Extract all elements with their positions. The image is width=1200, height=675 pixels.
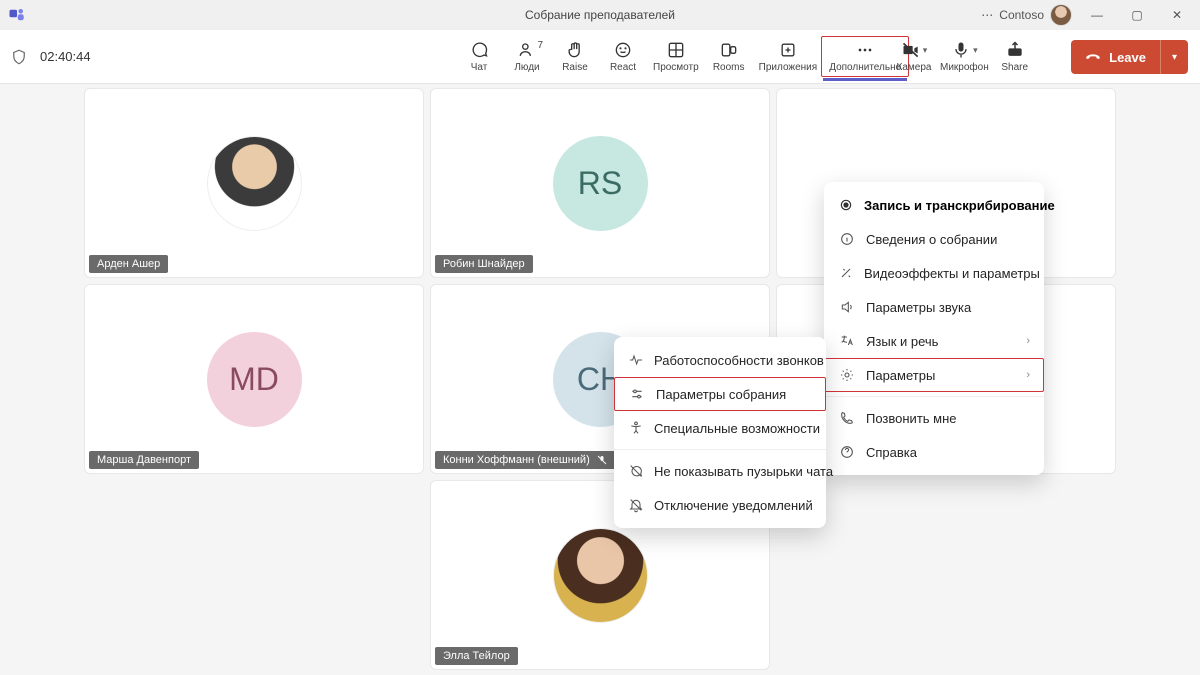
participant-tile[interactable]: Арден Ашер [84, 88, 424, 278]
help-icon [838, 443, 856, 461]
chat-icon [469, 40, 489, 60]
raise-hand-button[interactable]: Raise [551, 38, 599, 75]
apps-button[interactable]: Приложения [753, 38, 824, 75]
privacy-shield-icon[interactable] [10, 48, 28, 66]
bell-off-icon [628, 496, 644, 514]
chat-off-icon [628, 462, 644, 480]
org-label: ⋯ Contoso [981, 4, 1072, 26]
chevron-down-icon: ▾ [973, 45, 978, 56]
menu-item-mute-notifications[interactable]: Отключение уведомлений [614, 488, 826, 522]
teams-app-icon [8, 6, 26, 24]
ellipsis-icon[interactable]: ⋯ [981, 8, 993, 22]
share-button[interactable]: Share [993, 38, 1037, 75]
rooms-button[interactable]: Rooms [705, 38, 753, 75]
chat-button[interactable]: Чат [455, 38, 503, 75]
camera-button[interactable]: ▾ Камера [892, 38, 936, 75]
leave-label: Leave [1109, 50, 1146, 65]
menu-item-meeting-info[interactable]: Сведения о собрании [824, 222, 1044, 256]
react-button[interactable]: React [599, 38, 647, 75]
muted-icon [596, 454, 608, 466]
window-titlebar: Собрание преподавателей ⋯ Contoso — ▢ ✕ [0, 0, 1200, 30]
participant-avatar [553, 528, 648, 623]
accessibility-icon [628, 419, 644, 437]
menu-item-call-health[interactable]: Работоспособности звонков [614, 343, 826, 377]
participant-tile[interactable]: RS Робин Шнайдер [430, 88, 770, 278]
react-icon [613, 40, 633, 60]
menu-item-meeting-options[interactable]: Параметры собрания [614, 377, 826, 411]
view-button[interactable]: Просмотр [647, 38, 705, 75]
microphone-icon: ▾ [951, 40, 978, 60]
settings-submenu: Работоспособности звонков Параметры собр… [614, 337, 826, 528]
menu-item-language[interactable]: Язык и речь › [824, 324, 1044, 358]
menu-item-settings[interactable]: Параметры › [824, 358, 1044, 392]
window-minimize-button[interactable]: — [1082, 8, 1112, 22]
people-count: 7 [537, 40, 543, 51]
sparkle-icon [838, 264, 854, 282]
meeting-title: Собрание преподавателей [525, 8, 675, 22]
profile-avatar[interactable] [1050, 4, 1072, 26]
more-icon [855, 40, 875, 60]
participant-name-tag: Робин Шнайдер [435, 255, 533, 273]
hangup-icon [1085, 49, 1101, 65]
phone-icon [838, 409, 856, 427]
speaker-icon [838, 298, 856, 316]
participant-name-tag: Конни Хоффманн (внешний) [435, 451, 616, 469]
menu-separator [824, 396, 1044, 397]
pulse-icon [628, 351, 644, 369]
gear-icon [838, 366, 856, 384]
menu-item-hide-bubbles[interactable]: Не показывать пузырьки чата [614, 454, 826, 488]
chevron-down-icon: ▾ [1172, 52, 1177, 63]
chevron-down-icon: ▾ [923, 45, 928, 56]
record-icon [838, 196, 854, 214]
sliders-icon [628, 385, 646, 403]
menu-item-help[interactable]: Справка [824, 435, 1044, 469]
info-icon [838, 230, 856, 248]
rooms-icon [719, 40, 739, 60]
participant-name-tag: Арден Ашер [89, 255, 168, 273]
participant-tile[interactable]: MD Марша Давенпорт [84, 284, 424, 474]
people-icon: 7 [517, 40, 537, 60]
video-stage: Арден Ашер RS Робин Шнайдер MD Марша Дав… [0, 84, 1200, 675]
share-icon [1005, 40, 1025, 60]
more-active-underline [823, 78, 907, 81]
microphone-button[interactable]: ▾ Микрофон [936, 38, 993, 75]
participant-avatar: RS [553, 136, 648, 231]
participant-name-tag: Марша Давенпорт [89, 451, 199, 469]
participant-avatar: MD [207, 332, 302, 427]
leave-button[interactable]: Leave ▾ [1071, 40, 1188, 74]
meeting-timer: 02:40:44 [40, 49, 91, 64]
leave-dropdown[interactable]: ▾ [1160, 40, 1188, 74]
menu-item-call-me[interactable]: Позвонить мне [824, 401, 1044, 435]
apps-icon [778, 40, 798, 60]
meeting-toolbar: 02:40:44 Чат 7 Люди Raise React Просмотр [0, 30, 1200, 84]
menu-item-audio[interactable]: Параметры звука [824, 290, 1044, 324]
participant-name-tag: Элла Тейлор [435, 647, 518, 665]
raise-hand-icon [565, 40, 585, 60]
participant-avatar [207, 136, 302, 231]
window-close-button[interactable]: ✕ [1162, 8, 1192, 22]
people-button[interactable]: 7 Люди [503, 38, 551, 75]
camera-off-icon: ▾ [901, 40, 928, 60]
menu-separator [614, 449, 826, 450]
menu-item-video-effects[interactable]: Видеоэффекты и параметры [824, 256, 1044, 290]
more-menu: Запись и транскрибирование Сведения о со… [824, 182, 1044, 475]
chevron-right-icon: › [1026, 369, 1030, 381]
chevron-right-icon: › [1026, 335, 1030, 347]
language-icon [838, 332, 856, 350]
menu-item-record[interactable]: Запись и транскрибирование [824, 188, 1044, 222]
window-maximize-button[interactable]: ▢ [1122, 8, 1152, 22]
view-icon [666, 40, 686, 60]
menu-item-accessibility[interactable]: Специальные возможности [614, 411, 826, 445]
